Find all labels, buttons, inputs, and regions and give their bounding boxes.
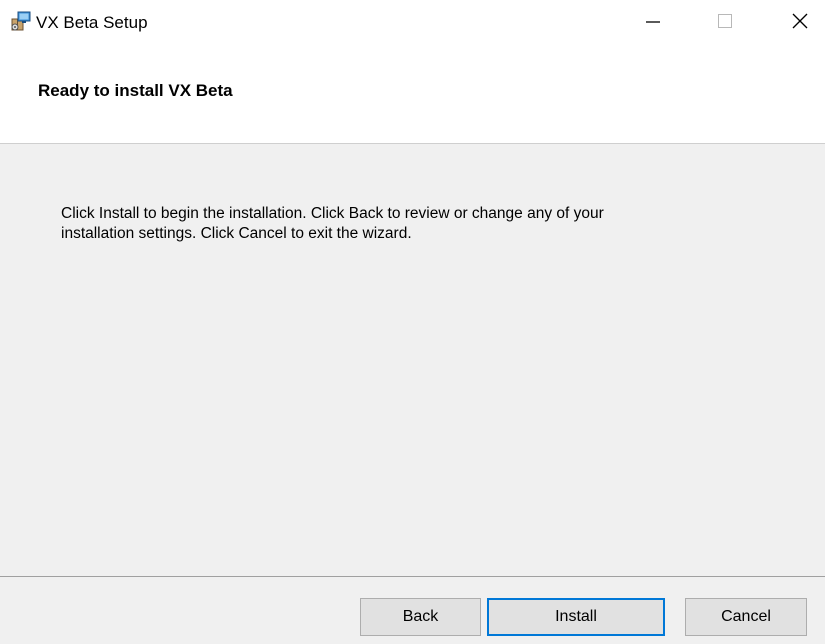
window-title: VX Beta Setup xyxy=(36,13,148,32)
install-button[interactable]: Install xyxy=(487,598,665,636)
installer-package-icon xyxy=(10,10,32,32)
wizard-header: Ready to install VX Beta xyxy=(0,46,825,143)
wizard-footer: Back Install Cancel xyxy=(0,577,825,644)
minimize-icon xyxy=(645,13,661,34)
instructions-line-2: installation settings. Click Cancel to e… xyxy=(61,225,412,242)
back-button[interactable]: Back xyxy=(360,598,481,636)
title-bar: VX Beta Setup xyxy=(0,0,825,46)
wizard-content: Click Install to begin the installation.… xyxy=(0,144,825,576)
maximize-button[interactable] xyxy=(700,0,750,46)
close-icon xyxy=(791,12,809,35)
minimize-button[interactable] xyxy=(628,0,678,46)
instructions-line-1: Click Install to begin the installation.… xyxy=(61,205,604,222)
maximize-icon xyxy=(717,13,733,34)
cancel-button[interactable]: Cancel xyxy=(685,598,807,636)
instructions-text: Click Install to begin the installation.… xyxy=(61,204,761,244)
page-title: Ready to install VX Beta xyxy=(38,81,233,100)
close-button[interactable] xyxy=(775,0,825,46)
